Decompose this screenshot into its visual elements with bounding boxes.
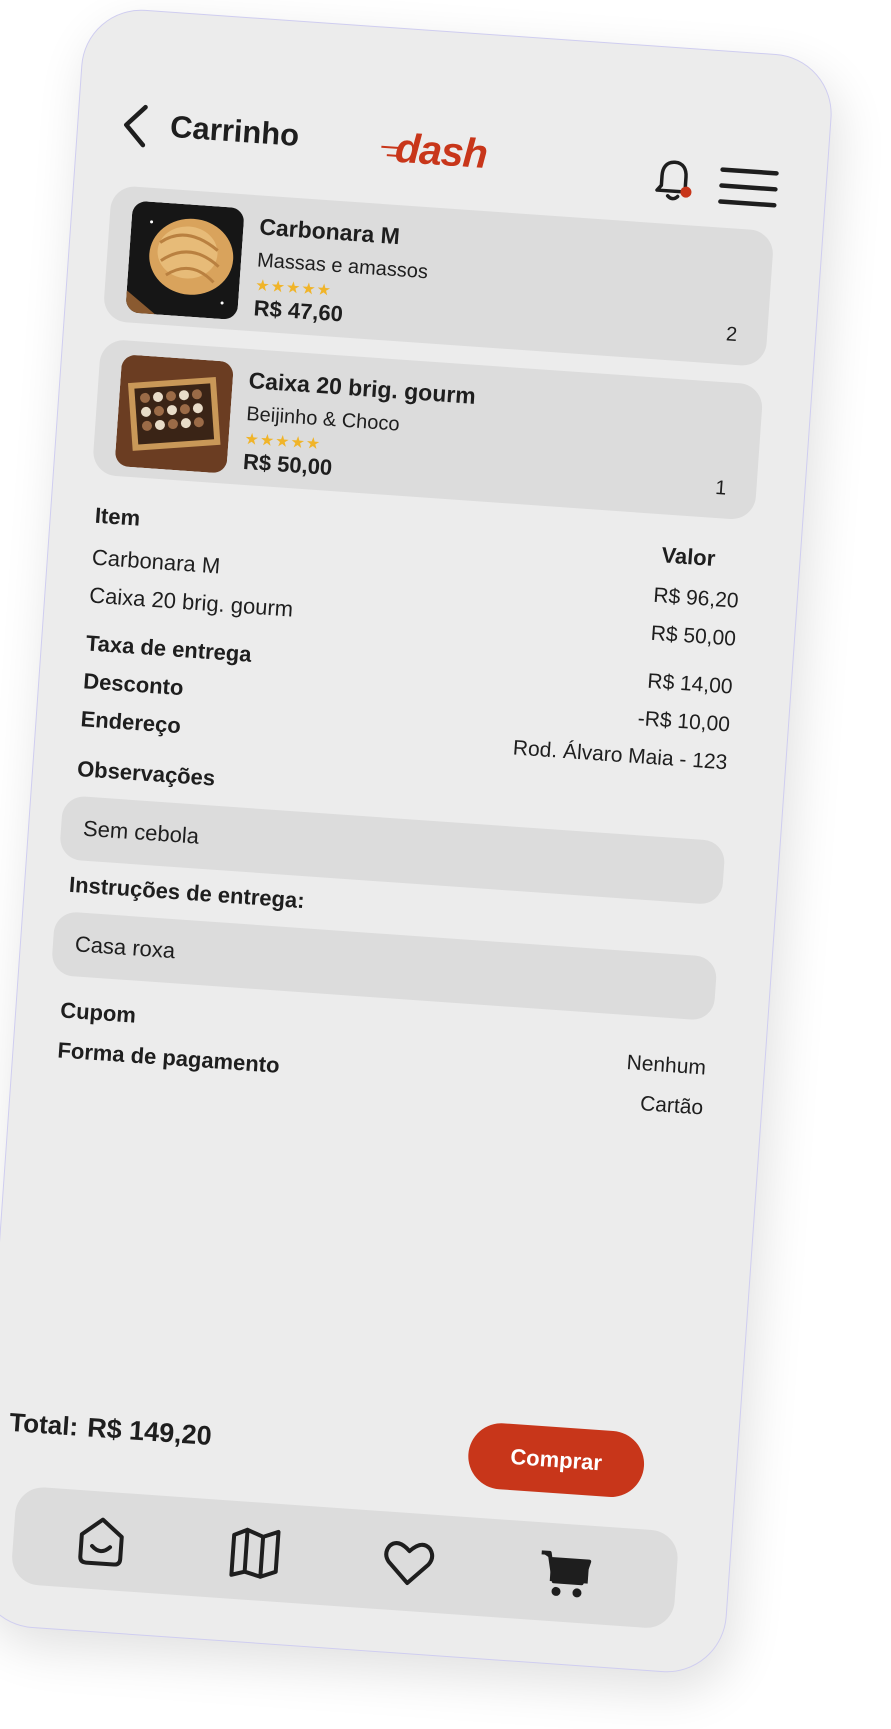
heart-icon[interactable]	[379, 1533, 439, 1593]
summary-item-value: R$ 50,00	[650, 621, 737, 651]
quantity[interactable]: 1	[714, 477, 728, 501]
delivery-instructions-label: Instruções de entrega:	[68, 871, 306, 914]
brand-logo: dash	[381, 125, 488, 178]
cart-item-card[interactable]: Caixa 20 brig. gourm Beijinho & Choco ★★…	[91, 338, 764, 521]
value-column-header: Valor	[660, 542, 717, 571]
delivery-instructions-field[interactable]: Casa roxa	[50, 910, 718, 1022]
summary-item-name: Caixa 20 brig. gourm	[88, 582, 294, 622]
product-name: Caixa 20 brig. gourm	[247, 367, 477, 409]
buy-button[interactable]: Comprar	[466, 1421, 647, 1500]
back-arrow-icon[interactable]	[115, 101, 158, 150]
phone-screen: Carrinho dash Carbonara M Massas e amass…	[0, 5, 836, 1677]
summary-item-value: R$ 96,20	[652, 583, 740, 613]
item-column-header: Item	[94, 502, 141, 531]
notes-label: Observações	[76, 756, 216, 791]
address-label: Endereço	[79, 706, 182, 739]
bottom-navigation	[10, 1485, 680, 1630]
total-label: Total:	[8, 1406, 80, 1442]
product-name: Carbonara M	[258, 213, 401, 250]
coupon-value[interactable]: Nenhum	[366, 1033, 707, 1081]
product-image	[125, 200, 245, 321]
payment-method-label: Forma de pagamento	[56, 1037, 281, 1078]
coupon-label: Cupom	[59, 997, 137, 1028]
product-image	[114, 354, 235, 474]
total-value: R$ 149,20	[86, 1412, 213, 1451]
quantity[interactable]: 2	[725, 323, 738, 347]
map-icon[interactable]	[225, 1522, 285, 1582]
page-title: Carrinho	[169, 108, 301, 153]
cart-item-card[interactable]: Carbonara M Massas e amassos ★★★★★ R$ 47…	[102, 185, 775, 368]
home-icon[interactable]	[72, 1512, 132, 1572]
discount-value: -R$ 10,00	[637, 707, 731, 737]
product-price: R$ 47,60	[252, 295, 344, 327]
address-value: Rod. Álvaro Maia - 123	[512, 736, 729, 775]
payment-method-value[interactable]: Cartão	[363, 1073, 703, 1121]
delivery-fee-label: Taxa de entrega	[85, 630, 253, 667]
hamburger-menu-icon[interactable]	[716, 161, 781, 213]
notes-value: Sem cebola	[82, 815, 200, 849]
summary-item-name: Carbonara M	[91, 544, 221, 579]
discount-label: Desconto	[82, 668, 185, 701]
product-price: R$ 50,00	[242, 448, 334, 481]
notification-bell-icon[interactable]	[650, 155, 697, 206]
delivery-fee-value: R$ 14,00	[646, 669, 734, 699]
cart-icon[interactable]	[534, 1544, 594, 1604]
delivery-instructions-value: Casa roxa	[74, 931, 176, 964]
